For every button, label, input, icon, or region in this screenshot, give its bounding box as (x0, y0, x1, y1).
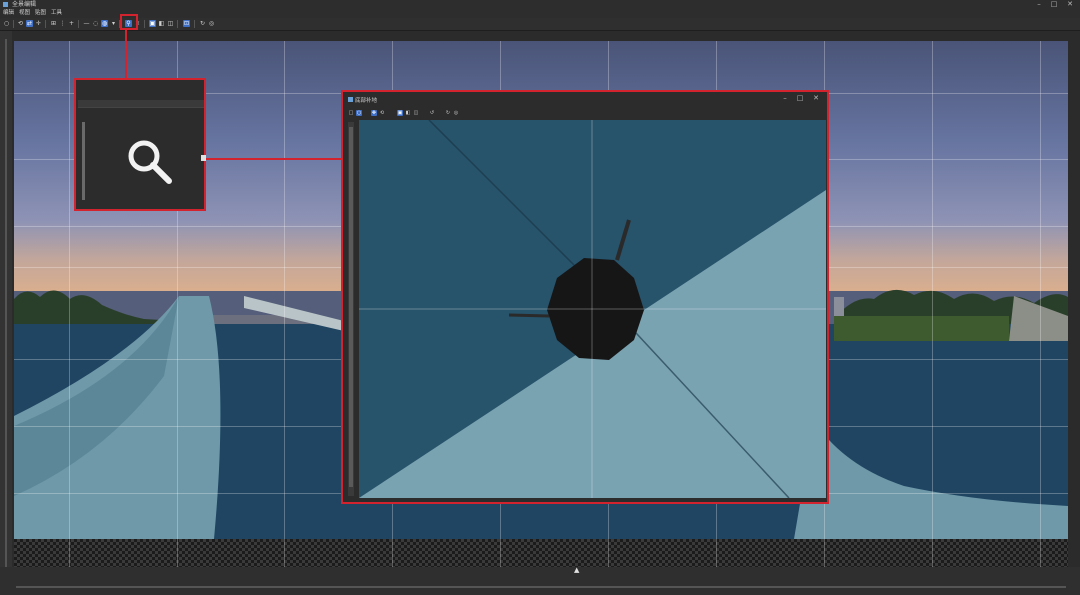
layout-icon[interactable]: ◧ (158, 20, 165, 27)
scrollbar-track[interactable] (5, 39, 7, 569)
nadir-handle-icon[interactable]: ▲ (574, 566, 579, 574)
dialog-title: 底部补地 (355, 98, 378, 104)
menu-bar: 编辑 视图 贴图 工具 (0, 9, 1080, 18)
zoom-inset (74, 78, 206, 211)
menu-item-edit[interactable]: 编辑 (3, 9, 14, 18)
stitch-icon[interactable]: ⊞ (50, 20, 57, 27)
menu-item-view[interactable]: 视图 (19, 9, 30, 18)
rotate-icon[interactable]: ⟲ (17, 20, 24, 27)
window-title: 全景编辑 (12, 1, 37, 8)
nadir-image (359, 120, 826, 498)
inset-scroll-bar (82, 122, 85, 200)
fit-icon[interactable]: ⊡ (183, 20, 190, 27)
dialog-sync-icon[interactable]: ↻ (445, 110, 451, 116)
dialog-side-scrollbar[interactable] (348, 122, 354, 496)
sync-icon[interactable]: ↻ (199, 20, 206, 27)
grid-line (1040, 41, 1041, 567)
toolbar-divider (194, 20, 195, 28)
dialog-rect-icon[interactable]: □ (348, 110, 354, 116)
move-icon[interactable]: ✛ (35, 20, 42, 27)
toolbar-divider (78, 20, 79, 28)
dialog-maximize-icon[interactable]: □ (794, 94, 806, 102)
plane-icon[interactable]: — (83, 20, 90, 27)
select-icon[interactable]: ○ (3, 20, 10, 27)
view-icon[interactable]: ▣ (149, 20, 156, 27)
scrollbar-thumb[interactable] (349, 127, 353, 487)
inset-toolbar-strip (78, 100, 204, 108)
toolbar-divider (144, 20, 145, 28)
minimize-icon[interactable]: – (1032, 0, 1046, 9)
toolbar-divider (13, 20, 14, 28)
grid-line (932, 41, 933, 567)
dropdown-icon[interactable]: ▾ (110, 20, 117, 27)
dialog-close-icon[interactable]: ✕ (810, 94, 822, 102)
callout-connector-line (125, 30, 127, 78)
maximize-icon[interactable]: □ (1047, 0, 1061, 9)
bottom-scrollbar[interactable]: ▲ (0, 566, 1080, 595)
app-icon (3, 2, 8, 7)
callout-connector-line (206, 158, 341, 160)
toolbar-highlight-box (120, 14, 138, 30)
plus-icon[interactable]: + (68, 20, 75, 27)
toolbar-divider (45, 20, 46, 28)
left-scrollbar[interactable] (0, 31, 12, 583)
globe-icon[interactable]: ◍ (101, 20, 108, 27)
toolbar-divider (177, 20, 178, 28)
search-icon (128, 140, 172, 184)
grid-icon[interactable]: ⋮ (59, 20, 66, 27)
grid-line (69, 41, 70, 567)
dialog-reset-icon[interactable]: ↺ (429, 110, 435, 116)
nadir-view[interactable] (359, 120, 826, 498)
dialog-settings-icon[interactable]: ◎ (453, 110, 459, 116)
menu-item-tools[interactable]: 工具 (51, 9, 62, 18)
transparent-nadir-area (14, 539, 1068, 567)
dialog-app-icon (348, 97, 353, 102)
dialog-rotate-icon[interactable]: ⟲ (379, 110, 385, 116)
nadir-fill-dialog[interactable]: 底部补地 – □ ✕ □ ○ ✥ ⟲ ▣ ◧ ◫ ↺ ↻ ◎ (341, 90, 829, 504)
toolbar: ○ ⟲ ⇄ ✛ ⊞ ⋮ + — ◌ ◍ ▾ ⚲ × ▣ ◧ ◫ ⊡ ↻ ◎ (0, 18, 1080, 31)
close-icon[interactable]: ✕ (1063, 0, 1077, 9)
dialog-circle-icon[interactable]: ○ (356, 110, 362, 116)
scrollbar-track[interactable] (16, 586, 1066, 588)
menu-item-map[interactable]: 贴图 (35, 9, 46, 18)
grid-line (284, 41, 285, 567)
dialog-view-icon[interactable]: ▣ (397, 110, 403, 116)
dialog-split-icon[interactable]: ◫ (413, 110, 419, 116)
title-bar: 全景编辑 – □ ✕ (0, 0, 1080, 9)
dialog-minimize-icon[interactable]: – (779, 94, 791, 102)
split-icon[interactable]: ◫ (167, 20, 174, 27)
settings-icon[interactable]: ◎ (208, 20, 215, 27)
sphere-icon[interactable]: ◌ (92, 20, 99, 27)
swap-icon[interactable]: ⇄ (26, 20, 33, 27)
dialog-move-icon[interactable]: ✥ (371, 110, 377, 116)
dialog-layout-icon[interactable]: ◧ (405, 110, 411, 116)
